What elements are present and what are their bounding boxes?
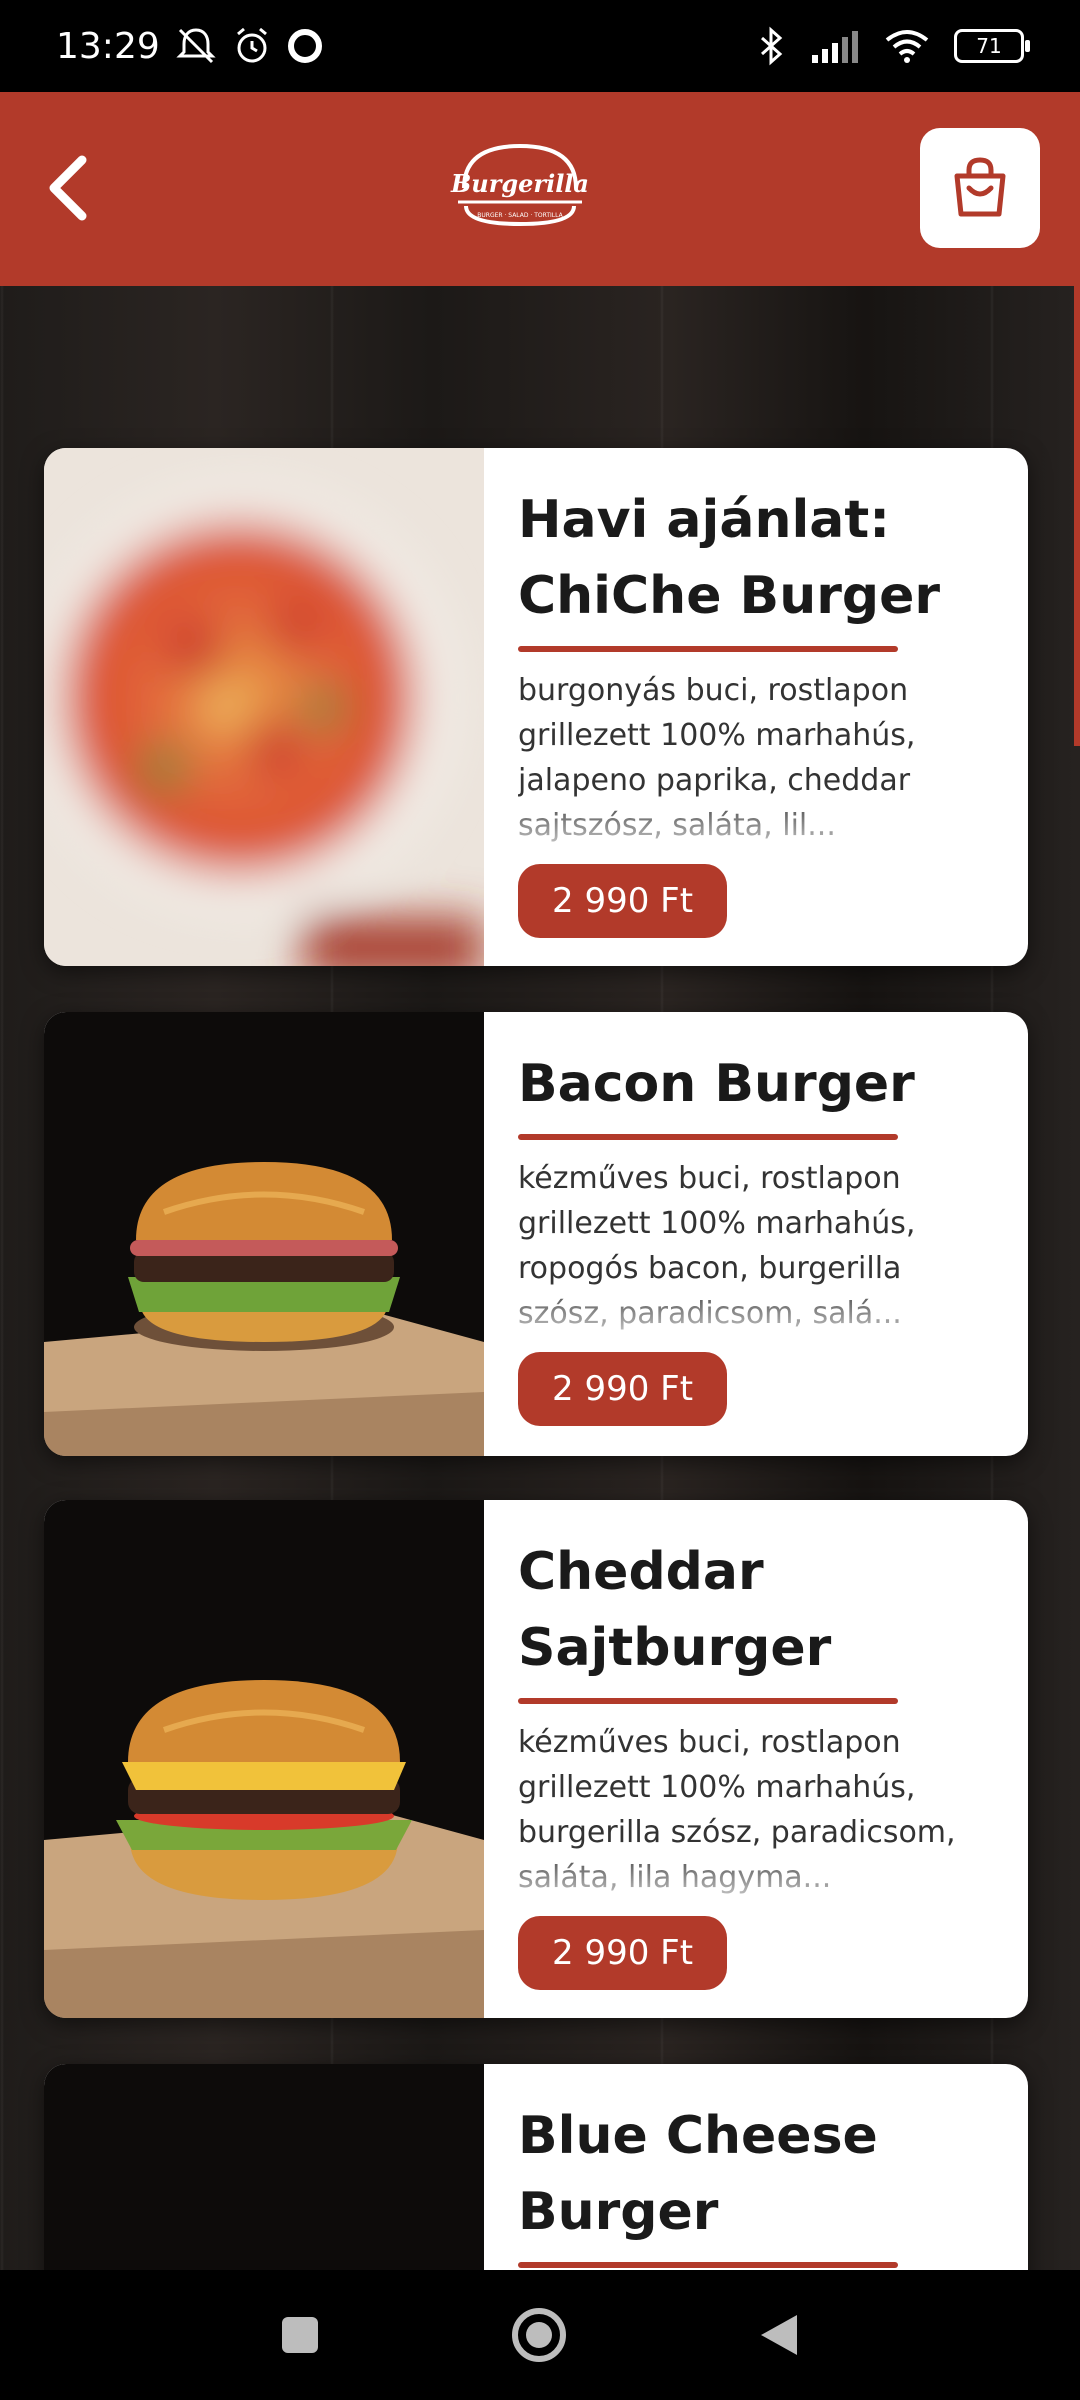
battery-level: 71 (976, 34, 1002, 58)
cart-button[interactable] (920, 128, 1040, 248)
card-body: Blue Cheese Burger (484, 2064, 1028, 2270)
alarm-icon (236, 27, 267, 63)
item-description: kézműves buci, rostlapon grillezett 100%… (518, 1161, 916, 1331)
price-button[interactable]: 2 990 Ft (518, 1916, 728, 1990)
title-divider (518, 646, 898, 652)
card-body: Bacon Burger kézműves buci, rostlapon gr… (484, 1012, 1028, 1456)
menu-item-card[interactable]: Blue Cheese Burger (44, 2064, 1028, 2270)
menu-item-card[interactable]: Havi ajánlat: ChiChe Burger burgonyás bu… (44, 448, 1028, 966)
shopping-bag-icon (954, 157, 1006, 217)
battery-icon: 71 (954, 29, 1030, 63)
menu-list[interactable]: Havi ajánlat: ChiChe Burger burgonyás bu… (0, 286, 1080, 2270)
logo-subtitle: BURGER · SALAD · TORTILLA (477, 212, 563, 219)
chevron-left-icon (49, 155, 87, 221)
burger-illustration (44, 1500, 484, 2018)
item-title: Cheddar Sajtburger (518, 1542, 832, 1678)
card-body: Cheddar Sajtburger kézműves buci, rostla… (484, 1500, 1028, 2018)
muted-bell-icon (176, 28, 216, 64)
item-title: Blue Cheese Burger (518, 2106, 878, 2242)
item-description: kézműves buci, rostlapon grillezett 100%… (518, 1725, 956, 1895)
record-icon (287, 29, 322, 63)
item-description: burgonyás buci, rostlapon grillezett 100… (518, 673, 916, 843)
cheddar-burger-image (44, 1500, 484, 2018)
bacon-burger-image (44, 1012, 484, 1456)
status-left: 13:29 (56, 26, 324, 67)
blurred-pizza-image (44, 448, 484, 966)
menu-item-card[interactable]: Cheddar Sajtburger kézműves buci, rostla… (44, 1500, 1028, 2018)
recents-button[interactable] (279, 2314, 321, 2356)
price-button[interactable]: 2 990 Ft (518, 864, 728, 938)
system-nav-bar (0, 2270, 1080, 2400)
status-right: 71 (756, 26, 1030, 66)
wifi-icon (885, 30, 929, 63)
title-divider (518, 1134, 898, 1140)
burgerilla-logo: Burgerilla BURGER · SALAD · TORTILLA (450, 143, 589, 227)
back-nav-button[interactable] (757, 2311, 801, 2359)
status-time: 13:29 (56, 25, 160, 67)
blue-cheese-burger-image (44, 2064, 484, 2270)
app-header: Burgerilla BURGER · SALAD · TORTILLA (0, 92, 1080, 286)
signal-icon (812, 31, 858, 63)
pizza-image (44, 448, 484, 966)
burger-illustration (44, 2064, 484, 2270)
home-button[interactable] (511, 2307, 567, 2363)
item-title: Havi ajánlat: ChiChe Burger (518, 490, 940, 626)
scrollbar[interactable] (1074, 286, 1080, 746)
status-bar: 13:29 71 (0, 0, 1080, 92)
item-title: Bacon Burger (518, 1054, 915, 1114)
logo-text: Burgerilla (450, 169, 589, 198)
title-divider (518, 2262, 898, 2268)
price-button[interactable]: 2 990 Ft (518, 1352, 728, 1426)
menu-item-card[interactable]: Bacon Burger kézműves buci, rostlapon gr… (44, 1012, 1028, 1456)
title-divider (518, 1698, 898, 1704)
burger-illustration (44, 1012, 484, 1456)
card-body: Havi ajánlat: ChiChe Burger burgonyás bu… (484, 448, 1028, 966)
back-button[interactable] (42, 152, 98, 224)
bluetooth-icon (761, 26, 783, 66)
